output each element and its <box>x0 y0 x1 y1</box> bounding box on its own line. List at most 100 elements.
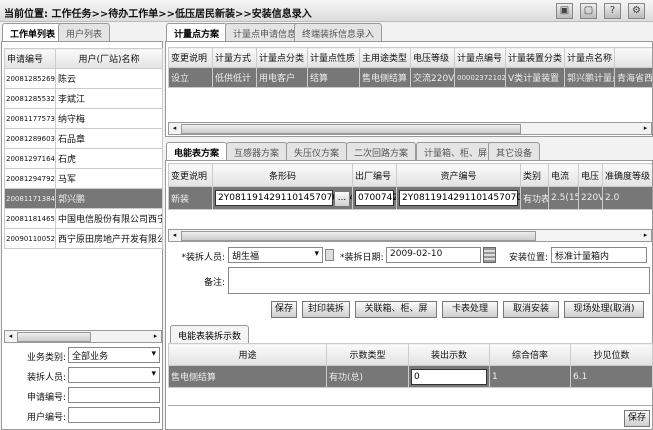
meter-panel: 变更说明 条形码 出厂编号 资产编号 类别 电流 电压 准确度等级 新装 2Y08119142… <box>165 160 653 430</box>
column-header: 抄见位数 <box>570 343 653 366</box>
work-order-panel: 申请编号 用户(厂站)名称 200812852690 陈云 200812855324 李… <box>1 41 163 430</box>
tab-meter-readings[interactable]: 电能表装拆示数 <box>170 325 250 344</box>
work-order-row[interactable]: 200812971641 石虎 <box>4 148 163 169</box>
user-name-cell: 石虎 <box>55 148 163 169</box>
tab-metering-point-application[interactable]: 计量点申请信息 <box>225 23 305 41</box>
app-no-cell: 200811713845 <box>4 188 56 209</box>
accuracy-cell: 2.0 <box>602 186 652 210</box>
tab-user-list[interactable]: 用户列表 <box>58 23 111 41</box>
computer-icon[interactable]: ▣ <box>556 3 573 19</box>
pick-user-icon[interactable] <box>325 249 334 261</box>
column-header: 计量方式 <box>212 47 257 68</box>
tab-terminal-install[interactable]: 终端装拆信息录入 <box>294 23 383 41</box>
user-name-cell: 石品章 <box>55 128 163 149</box>
tab-meter-4[interactable]: 计量箱、柜、屏 <box>416 142 496 160</box>
biz-type-select[interactable]: 全部业务 ▾ <box>68 347 160 363</box>
date-input[interactable]: 2009-02-10 <box>386 247 481 263</box>
work-order-row[interactable]: 200901100525西宁原田房地产开发有限公司 <box>4 228 163 249</box>
action-button-5[interactable]: 现场处理(取消) <box>564 301 644 318</box>
change-cell: 新装 <box>168 186 213 210</box>
app-no-cell: 200811775732 <box>4 108 56 129</box>
metering-point-cell: 交流220V <box>410 67 455 88</box>
column-header: 类别 <box>520 163 549 187</box>
barcode-input[interactable]: 2Y0811914291101457070074 <box>215 189 352 206</box>
work-order-row[interactable]: 200811713845 郭兴鹏 <box>4 188 163 209</box>
location-input[interactable]: 标准计量箱内 <box>551 247 647 263</box>
tab-meter-1[interactable]: 互感器方案 <box>226 142 288 160</box>
calendar-icon[interactable] <box>483 247 496 263</box>
asset-no-input[interactable]: 2Y081191429110145707007429 <box>399 190 520 206</box>
help-icon[interactable]: ? <box>604 3 621 19</box>
work-order-row[interactable]: 200812855324 李斌江 <box>4 88 163 109</box>
user-name-cell: 纳守梅 <box>55 108 163 129</box>
action-button-1[interactable]: 封印装拆 <box>302 301 350 318</box>
breadcrumb: 当前位置: 工作任务>>待办工作单>>低压居民新装>>安装信息录入 <box>4 9 312 20</box>
app-no-cell: 200811814651 <box>4 208 56 229</box>
metering-point-cell: 售电侧结算 <box>359 67 411 88</box>
metering-point-cell: 低供低计 <box>212 67 257 88</box>
column-header: 准确度等级 <box>602 163 652 187</box>
installer-value: 胡生福 <box>232 252 260 262</box>
metering-point-row[interactable]: 设立 低供低计 用电客户 结算 售电侧结算 交流220V 00002372102 V类计量装置… <box>168 67 652 88</box>
metering-point-table: 变更说明 计量方式 计量点分类 计量点性质 主用途类型 电压等级 计量点编号 计量装置分类 计量… <box>168 47 652 88</box>
reading-save-button[interactable]: 保存 <box>624 410 650 427</box>
column-header: 计量装置分类 <box>505 47 565 68</box>
work-order-row[interactable]: 200812896039 石品章 <box>4 128 163 149</box>
action-button-4[interactable]: 取消安装 <box>503 301 559 318</box>
tab-meter-5[interactable]: 其它设备 <box>488 142 541 160</box>
message-icon[interactable]: ▢ <box>580 3 597 19</box>
col-user-name: 用户(厂站)名称 <box>55 48 163 69</box>
type-cell: 有功表 <box>520 186 549 210</box>
location-label: 安装位置: <box>509 253 549 263</box>
column-header: 综合倍率 <box>489 343 571 366</box>
column-header: 出厂编号 <box>352 163 397 187</box>
meter-row[interactable]: 新装 2Y0811914291101457070074... 07007429 … <box>168 186 652 210</box>
work-order-table: 申请编号 用户(厂站)名称 200812852690 陈云 200812855324 李… <box>4 48 163 249</box>
work-order-row[interactable]: 200811814651中国电信股份有限公司西宁分公 <box>4 208 163 229</box>
app-no-cell: 200812855324 <box>4 88 56 109</box>
tab-work-order-list[interactable]: 工作单列表 <box>2 23 64 42</box>
tab-meter-3[interactable]: 二次回路方案 <box>346 142 417 160</box>
metering-point-cell: 00002372102 <box>454 67 506 88</box>
metering-point-panel: 变更说明 计量方式 计量点分类 计量点性质 主用途类型 电压等级 计量点编号 计量装置分类 计量… <box>165 41 653 137</box>
metering-point-cell: 青海省西宁 <box>614 67 652 88</box>
app-no-label: 申请编号: <box>26 393 66 403</box>
installer-select[interactable]: 胡生福 ▾ <box>228 247 323 263</box>
installer-filter-select[interactable]: ▾ <box>68 367 160 383</box>
horizontal-scrollbar[interactable]: ◂ ▸ <box>168 229 652 242</box>
metering-point-cell: 设立 <box>168 67 213 88</box>
app-no-input[interactable] <box>68 387 160 403</box>
work-order-row[interactable]: 200812947924 马军 <box>4 168 163 189</box>
factory-no-input[interactable]: 07007429 <box>355 190 396 206</box>
biz-type-label: 业务类别: <box>26 353 66 363</box>
user-no-input[interactable] <box>68 407 160 423</box>
app-no-cell: 200901100525 <box>4 228 56 249</box>
work-order-row[interactable]: 200811775732 纳守梅 <box>4 108 163 129</box>
current-cell: 2.5(15)A <box>548 186 579 210</box>
action-button-2[interactable]: 关联箱、柜、屏 <box>355 301 437 318</box>
column-header: 电压等级 <box>410 47 455 68</box>
action-button-0[interactable]: 保存 <box>271 301 297 318</box>
column-header: 计量点名称 <box>564 47 615 68</box>
column-header: 电流 <box>548 163 579 187</box>
metering-point-cell: 结算 <box>307 67 360 88</box>
top-bar: 当前位置: 工作任务>>待办工作单>>低压居民新装>>安装信息录入 ▣ ▢ ? … <box>0 0 653 22</box>
app-no-cell: 200812896039 <box>4 128 56 149</box>
column-header: 计量点分类 <box>256 47 308 68</box>
horizontal-scrollbar[interactable]: ◂ ▸ <box>168 122 652 135</box>
settings-icon[interactable]: ⚙ <box>628 3 645 19</box>
tab-meter-0[interactable]: 电能表方案 <box>166 142 228 161</box>
column-header: 计量点性质 <box>307 47 360 68</box>
app-no-cell: 200812852690 <box>4 68 56 89</box>
horizontal-scrollbar[interactable]: ◂ ▸ <box>4 330 162 343</box>
action-button-3[interactable]: 卡表处理 <box>442 301 498 318</box>
barcode-browse-button[interactable]: ... <box>334 190 350 207</box>
reading-row[interactable]: 售电侧结算 有功(总) 0 1 6.1 <box>168 365 653 388</box>
reading-value-input[interactable]: 0 <box>411 368 487 385</box>
notes-textarea[interactable] <box>228 267 650 294</box>
tab-meter-2[interactable]: 失压仪方案 <box>286 142 348 160</box>
tab-metering-point-plan[interactable]: 计量点方案 <box>166 23 228 42</box>
work-order-row[interactable]: 200812852690 陈云 <box>4 68 163 89</box>
notes-label: 备注: <box>203 278 225 288</box>
column-header: 装出示数 <box>408 343 490 366</box>
